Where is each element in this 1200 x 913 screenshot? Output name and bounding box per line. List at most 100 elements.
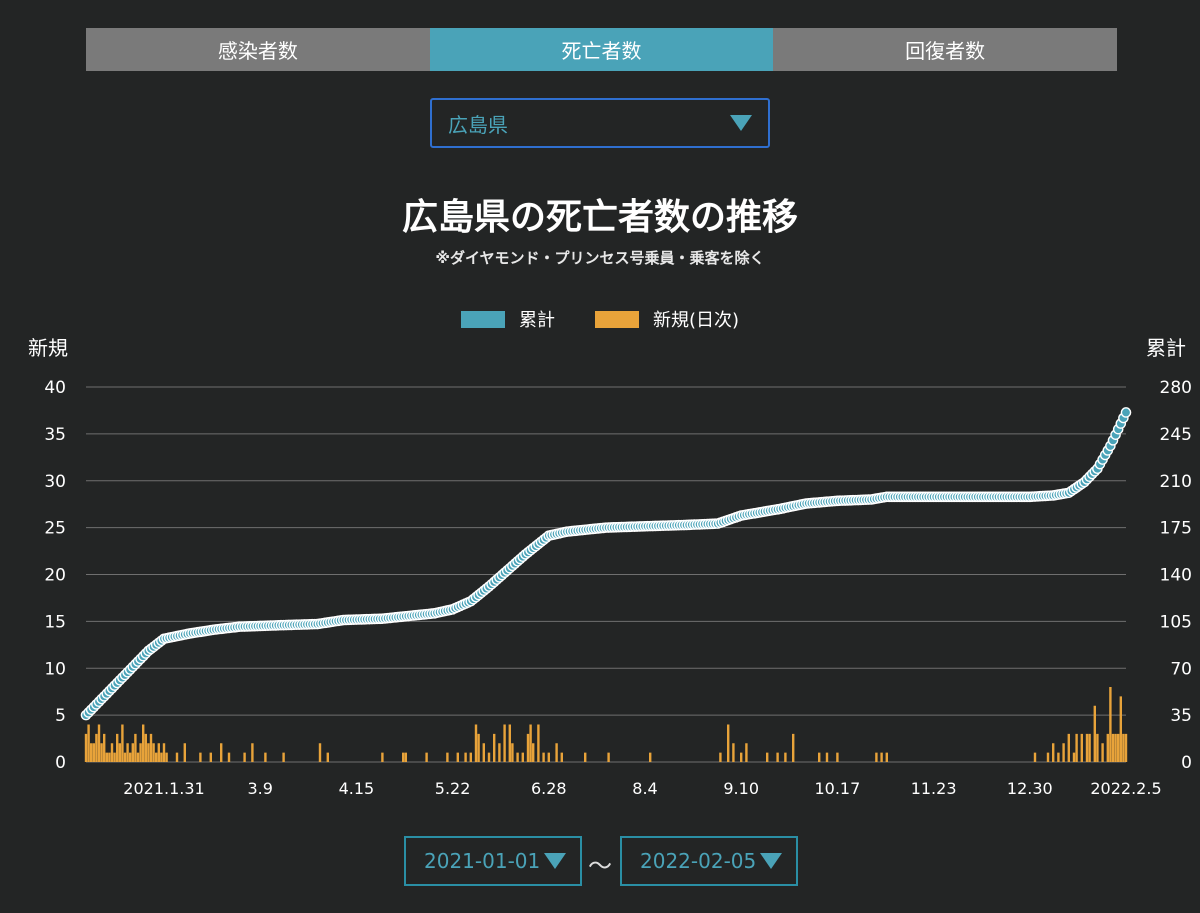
daily-bar (95, 733, 98, 762)
left-tick-label: 15 (44, 612, 66, 632)
daily-bar (547, 752, 550, 762)
daily-bar (87, 724, 90, 762)
daily-bar (649, 752, 652, 762)
daily-bar (521, 752, 524, 762)
daily-bar (555, 743, 558, 762)
daily-bar (503, 724, 506, 762)
daily-bar (498, 743, 501, 762)
date-to-select[interactable]: 2022-02-05 (620, 836, 798, 886)
left-tick-label: 25 (44, 519, 66, 539)
daily-bar (1062, 743, 1065, 762)
daily-bar (243, 752, 246, 762)
daily-bar (131, 743, 134, 762)
x-tick-label: 2022.2.5 (1090, 779, 1161, 798)
daily-bar (511, 743, 514, 762)
daily-bar (1080, 733, 1083, 762)
x-tick-label: 12.30 (1007, 779, 1053, 798)
chevron-down-icon (544, 853, 566, 869)
daily-bar (144, 733, 147, 762)
daily-bar (103, 733, 106, 762)
x-tick-label: 9.10 (723, 779, 759, 798)
tab-deaths[interactable]: 死亡者数 (429, 28, 774, 71)
daily-bar (508, 724, 511, 762)
daily-bar (183, 743, 186, 762)
deaths-chart: 0 0 5 35 10 70 15 105 20 140 25 175 30 210 35 245 40 280 2… (44, 378, 1192, 798)
daily-bar (149, 733, 153, 762)
legend-item-daily[interactable]: 新規(日次) (594, 306, 740, 332)
x-tick-label: 11.23 (911, 779, 957, 798)
daily-bar (1075, 733, 1078, 762)
date-from-select[interactable]: 2021-01-01 (404, 836, 582, 886)
daily-bar (482, 743, 485, 762)
prefecture-select-value: 広島県 (448, 112, 508, 137)
daily-bar (209, 752, 212, 762)
daily-bar (766, 752, 769, 762)
daily-bar (1033, 752, 1037, 762)
left-tick-label: 5 (55, 706, 66, 726)
chevron-down-icon (730, 115, 752, 131)
daily-bar (584, 752, 587, 762)
daily-bar (719, 752, 722, 762)
daily-bar (1093, 705, 1096, 762)
left-axis-title: 新規 (28, 336, 68, 360)
date-to-value: 2022-02-05 (640, 849, 757, 873)
daily-bar (880, 752, 883, 762)
right-tick-label: 280 (1160, 378, 1192, 398)
daily-bar (732, 743, 735, 762)
date-range-separator: 〜 (588, 852, 612, 880)
daily-bar (123, 752, 127, 762)
legend-item-cumulative[interactable]: 累計 (460, 306, 555, 332)
right-tick-label: 245 (1160, 425, 1192, 445)
chart-title: 広島県の死亡者数の推移 (401, 197, 798, 238)
daily-bar (537, 724, 540, 762)
x-tick-label: 4.15 (339, 779, 375, 798)
daily-bar (1111, 733, 1115, 762)
daily-bar (1052, 743, 1055, 762)
x-tick-label: 5.22 (435, 779, 471, 798)
prefecture-select[interactable]: 広島県 (430, 98, 770, 148)
daily-bar (121, 724, 124, 762)
daily-bar (818, 752, 821, 762)
daily-bar (147, 743, 150, 762)
daily-bar (740, 752, 743, 762)
daily-bar (477, 733, 480, 762)
legend-label-daily: 新規(日次) (652, 310, 740, 331)
daily-bar (727, 724, 730, 762)
daily-bar (542, 752, 545, 762)
daily-bar (97, 724, 101, 762)
daily-bar (199, 752, 202, 762)
daily-bar (516, 752, 519, 762)
tab-infections[interactable]: 感染者数 (86, 28, 430, 71)
right-tick-label: 210 (1160, 472, 1192, 492)
daily-bar (493, 733, 496, 762)
daily-bar (1106, 733, 1109, 762)
x-tick-label: 6.28 (531, 779, 567, 798)
daily-bar (126, 743, 129, 762)
daily-bar (1067, 733, 1070, 762)
daily-bar (326, 752, 329, 762)
left-tick-label: 10 (44, 659, 66, 679)
daily-bar (175, 752, 179, 762)
tab-recoveries[interactable]: 回復者数 (773, 28, 1118, 71)
daily-bar (90, 743, 93, 762)
daily-bar (282, 752, 285, 762)
right-tick-label: 35 (1170, 706, 1192, 726)
daily-bar (84, 733, 88, 762)
left-tick-label: 35 (44, 425, 66, 445)
daily-bar (113, 752, 116, 762)
daily-bar (875, 752, 878, 762)
left-tick-label: 0 (55, 753, 66, 773)
daily-bar (381, 752, 384, 762)
daily-bar (160, 752, 163, 762)
metric-tabs: 感染者数 死亡者数 回復者数 (86, 28, 1118, 71)
daily-bar (402, 752, 405, 762)
daily-bar (1088, 733, 1091, 762)
daily-bar (532, 743, 535, 762)
daily-bar (456, 752, 459, 762)
x-tick-label: 2021.1.31 (123, 779, 204, 798)
daily-bar (134, 733, 137, 762)
chart-legend: 累計 新規(日次) (0, 306, 1200, 332)
left-tick-label: 40 (44, 378, 66, 398)
left-tick-label: 30 (44, 472, 66, 492)
daily-bar (607, 752, 610, 762)
